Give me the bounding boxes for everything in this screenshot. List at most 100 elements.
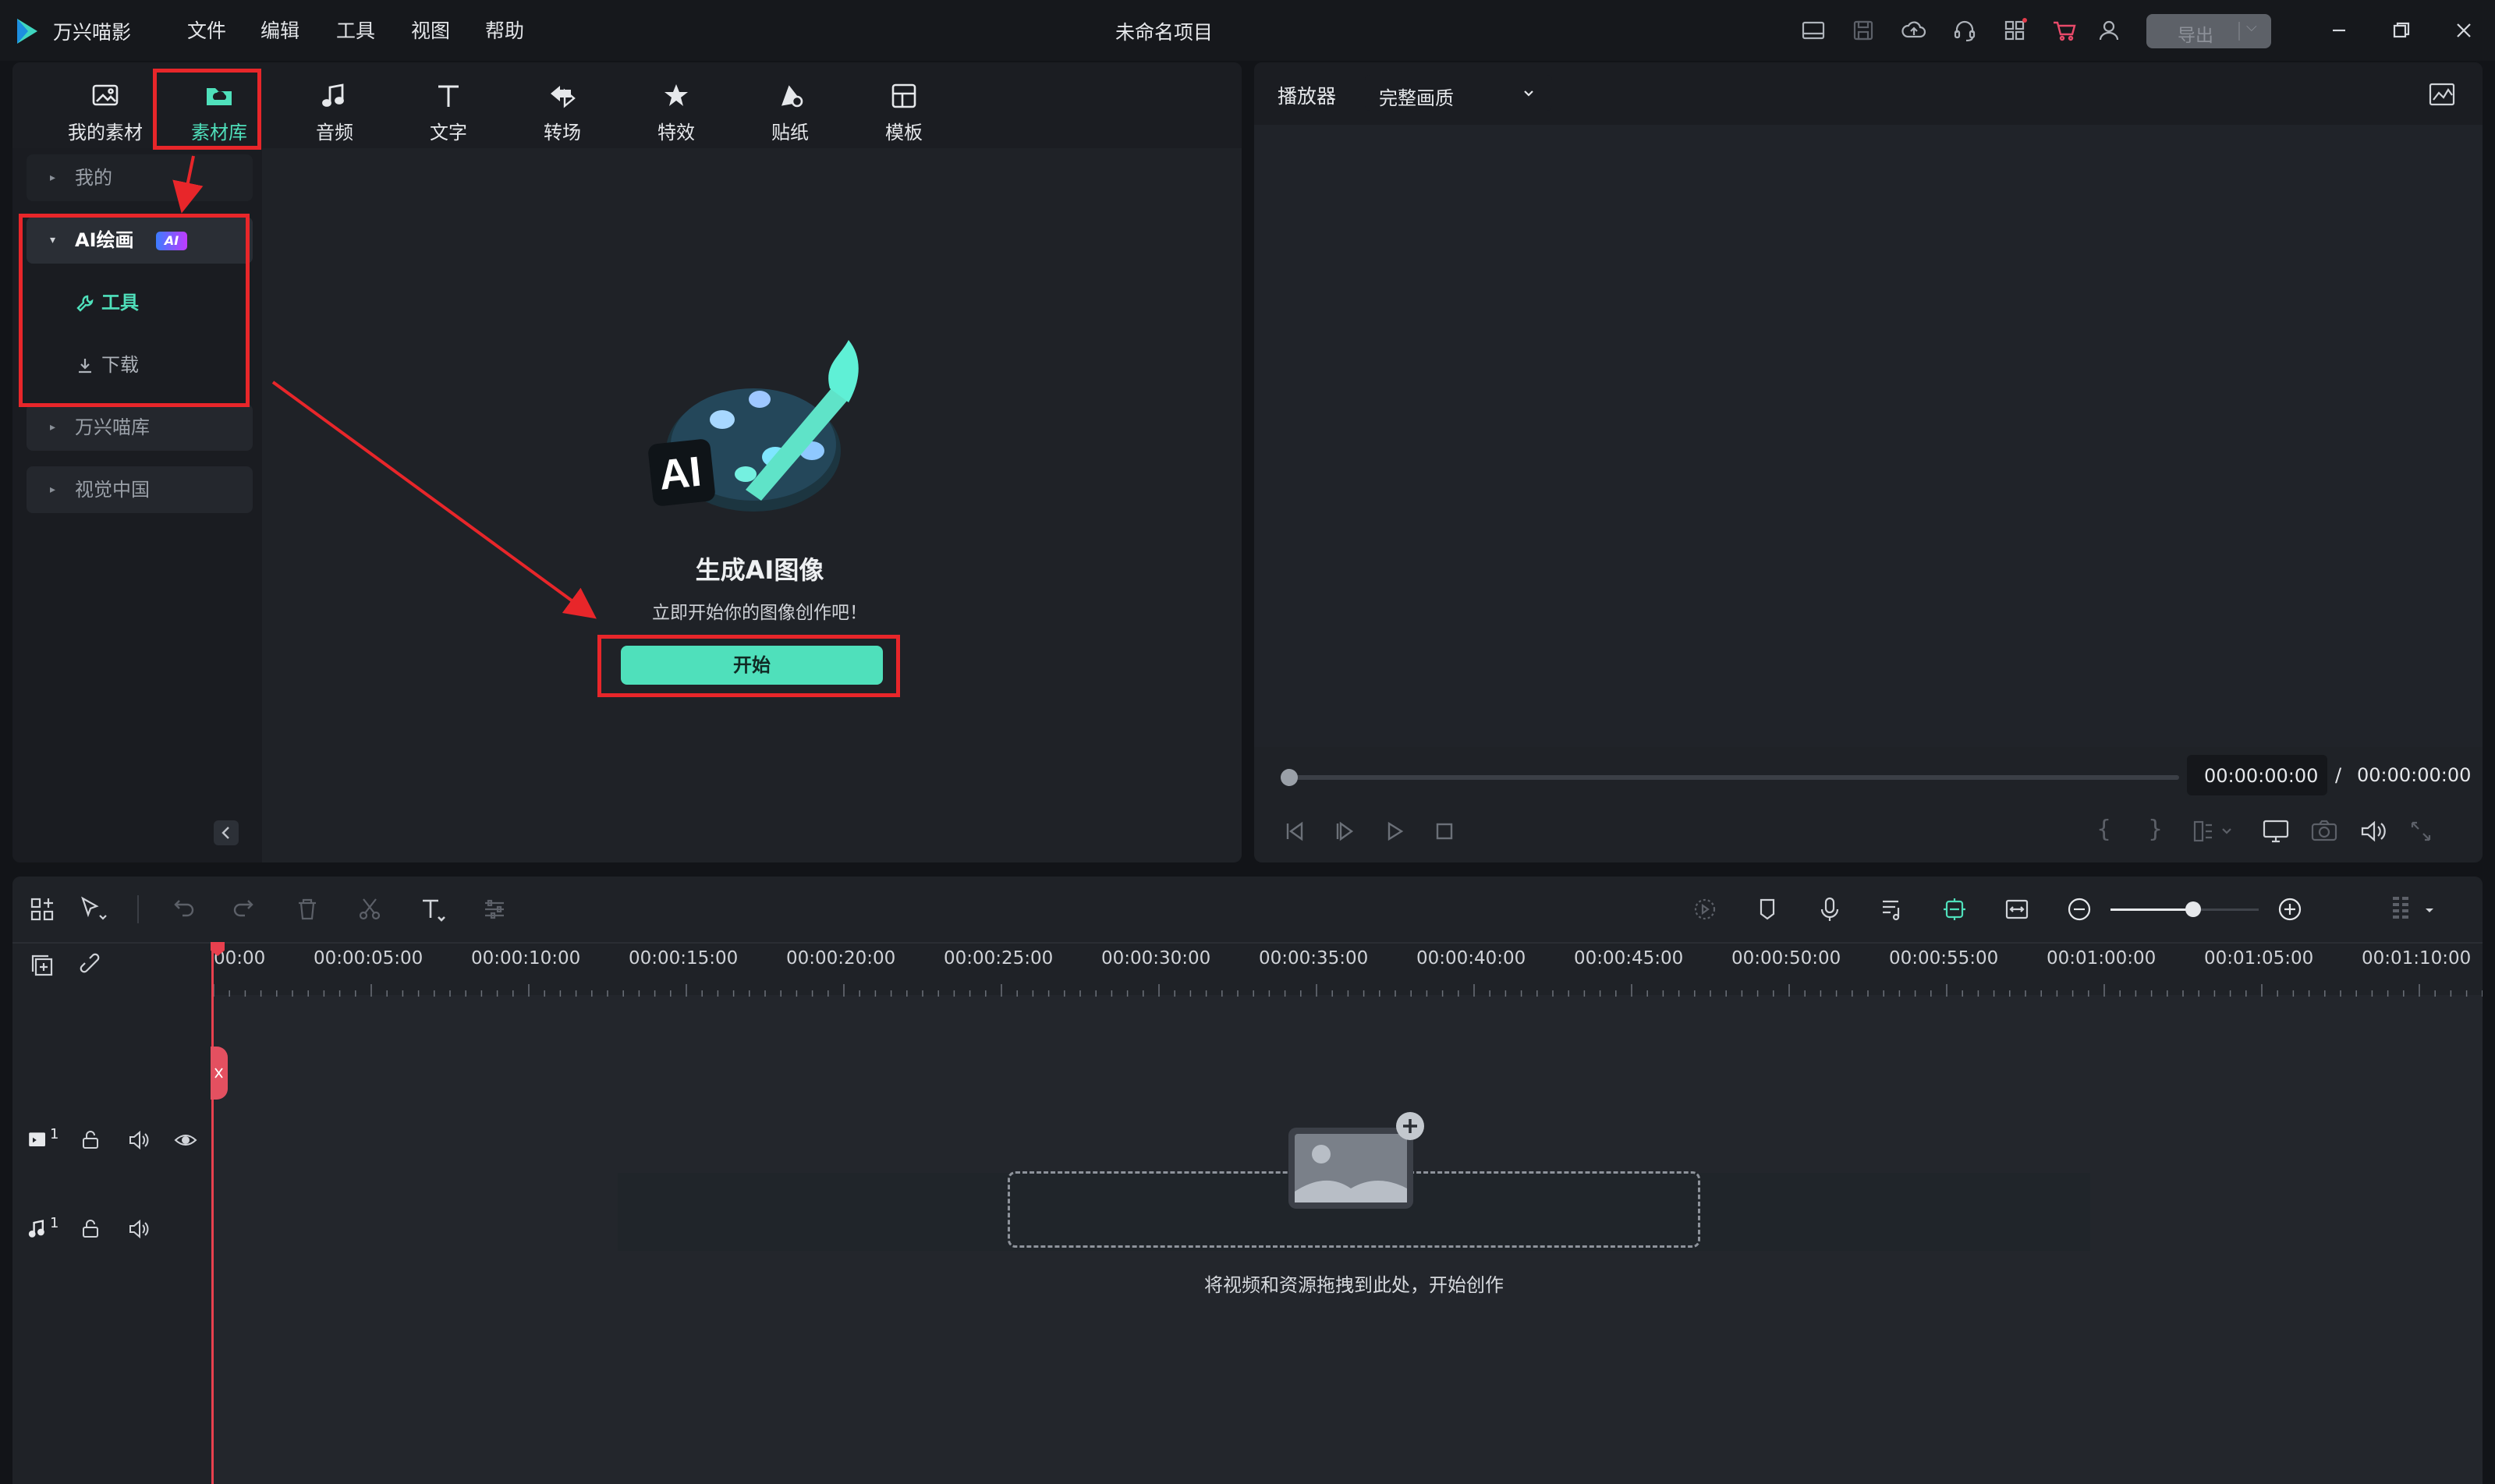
track-lock-icon[interactable] <box>78 1128 103 1153</box>
chevron-down-icon[interactable]: ⌵ <box>2246 19 2257 35</box>
sidebar-item-mine[interactable]: ▸ 我的 <box>27 154 253 201</box>
text-tool-icon[interactable] <box>416 894 448 925</box>
ruler-label: 00:00:50:00 <box>1731 948 1841 969</box>
snapshot-camera-icon[interactable] <box>2309 816 2340 847</box>
menu-tools[interactable]: 工具 <box>336 16 375 44</box>
quality-select[interactable]: 完整画质 <box>1365 75 1552 111</box>
zoom-slider-handle[interactable] <box>2185 901 2202 917</box>
tab-effects[interactable]: 特效 <box>626 78 727 148</box>
shopping-cart-icon[interactable] <box>2051 17 2078 44</box>
video-track-icon <box>29 1132 45 1146</box>
audio-mix-icon[interactable] <box>1877 894 1908 925</box>
cloud-upload-icon[interactable] <box>1901 17 1927 44</box>
ai-snap-icon[interactable] <box>1939 894 1970 925</box>
adjust-sliders-icon[interactable] <box>479 894 510 925</box>
tab-transition[interactable]: 转场 <box>512 78 613 148</box>
previous-frame-icon[interactable] <box>1281 817 1309 845</box>
user-account-icon[interactable] <box>2096 17 2122 44</box>
fullscreen-icon[interactable] <box>2405 816 2437 847</box>
playhead-handle[interactable] <box>1281 769 1298 786</box>
my-media-icon <box>87 78 123 114</box>
zoom-out-icon[interactable] <box>2064 894 2095 925</box>
playback-progress-track[interactable] <box>1282 775 2179 780</box>
export-button[interactable]: 导出 ⌵ <box>2146 14 2271 48</box>
ruler-label: 00:00:25:00 <box>944 948 1054 969</box>
menu-view[interactable]: 视图 <box>411 16 450 44</box>
ruler-label: 00:00:05:00 <box>314 948 424 969</box>
sidebar-item-tools[interactable]: 工具 <box>27 279 253 326</box>
template-icon <box>886 78 922 114</box>
stop-icon[interactable] <box>1430 817 1458 845</box>
tab-my-media[interactable]: 我的素材 <box>55 78 156 148</box>
play-icon[interactable] <box>1380 817 1409 845</box>
track-size-icon[interactable] <box>2387 894 2418 925</box>
zoom-slider[interactable] <box>2110 901 2259 917</box>
microphone-icon[interactable] <box>1814 894 1845 925</box>
apps-grid-icon[interactable] <box>2001 17 2028 44</box>
tab-label: 素材库 <box>191 122 247 143</box>
insert-options-icon[interactable] <box>2190 816 2237 847</box>
volume-icon[interactable] <box>2357 816 2388 847</box>
next-frame-icon[interactable] <box>1331 817 1359 845</box>
fit-timeline-icon[interactable] <box>2001 894 2033 925</box>
ruler-label: 00:00:55:00 <box>1889 948 1999 969</box>
timeline-panel: 1 1 00:00 00:00:05:00 00:00:10:00 00:00:15:… <box>12 877 2483 1484</box>
app-logo-icon <box>12 17 41 45</box>
restore-window-icon[interactable] <box>2388 17 2415 44</box>
link-chain-icon[interactable] <box>78 951 106 979</box>
sidebar-item-wondershare-library[interactable]: ▸ 万兴喵库 <box>27 404 253 451</box>
total-time: 00:00:00:00 <box>2357 764 2472 786</box>
export-label: 导出 <box>2178 26 2213 46</box>
display-monitor-icon[interactable] <box>2260 816 2291 847</box>
tab-sticker[interactable]: 贴纸 <box>739 78 841 148</box>
add-track-icon[interactable] <box>28 951 56 979</box>
collapse-sidebar-button[interactable] <box>214 820 239 845</box>
select-pointer-icon[interactable] <box>76 894 108 925</box>
mark-in-icon[interactable]: { <box>2096 816 2111 843</box>
minimize-icon[interactable] <box>2326 17 2352 44</box>
sidebar-item-visual-china[interactable]: ▸ 视觉中国 <box>27 466 253 513</box>
text-icon <box>431 78 466 114</box>
track-volume-icon[interactable] <box>126 1128 151 1153</box>
tab-label: 文字 <box>430 122 467 143</box>
preview-canvas[interactable] <box>1254 125 2483 747</box>
scope-chart-icon[interactable] <box>2427 80 2457 109</box>
delete-trash-icon[interactable] <box>292 894 323 925</box>
scissors-split-icon[interactable] <box>354 894 385 925</box>
layout-icon[interactable] <box>1800 17 1827 44</box>
mark-out-icon[interactable]: } <box>2148 816 2163 843</box>
close-icon[interactable] <box>2451 17 2477 44</box>
auto-ripple-icon[interactable] <box>1689 894 1721 925</box>
menu-help[interactable]: 帮助 <box>485 16 524 44</box>
ruler-label: 00:01:00:00 <box>2047 948 2157 969</box>
tab-label: 我的素材 <box>68 122 143 143</box>
redo-icon[interactable] <box>229 894 260 925</box>
download-icon <box>75 356 95 376</box>
playhead-drag-handle[interactable] <box>211 1047 228 1100</box>
layout-grid-icon[interactable] <box>27 894 58 925</box>
marker-shield-icon[interactable] <box>1752 894 1783 925</box>
scissors-icon <box>214 1068 223 1078</box>
save-icon[interactable] <box>1850 17 1877 44</box>
chevron-left-icon <box>222 827 229 839</box>
sidebar-item-download[interactable]: 下载 <box>27 342 253 388</box>
current-time-field[interactable]: 00:00:00:00 <box>2187 755 2327 795</box>
sidebar-item-ai-drawing[interactable]: ▾ AI绘画 AI <box>27 217 253 264</box>
start-button[interactable]: 开始 <box>621 646 883 685</box>
zoom-in-icon[interactable] <box>2274 894 2305 925</box>
menu-file[interactable]: 文件 <box>187 16 226 44</box>
menu-edit[interactable]: 编辑 <box>260 16 299 44</box>
headset-support-icon[interactable] <box>1951 17 1978 44</box>
playhead-line[interactable] <box>211 944 214 1484</box>
track-visibility-eye-icon[interactable] <box>173 1128 198 1153</box>
library-folder-icon <box>201 78 237 114</box>
undo-icon[interactable] <box>167 894 198 925</box>
track-volume-icon[interactable] <box>126 1217 151 1241</box>
tab-library[interactable]: 素材库 <box>168 78 270 148</box>
tab-template[interactable]: 模板 <box>853 78 955 148</box>
current-time: 00:00:00:00 <box>2204 765 2319 787</box>
chevron-down-icon[interactable] <box>2422 903 2437 917</box>
tab-text[interactable]: 文字 <box>398 78 499 148</box>
track-lock-icon[interactable] <box>78 1217 103 1241</box>
tab-audio[interactable]: 音频 <box>284 78 385 148</box>
